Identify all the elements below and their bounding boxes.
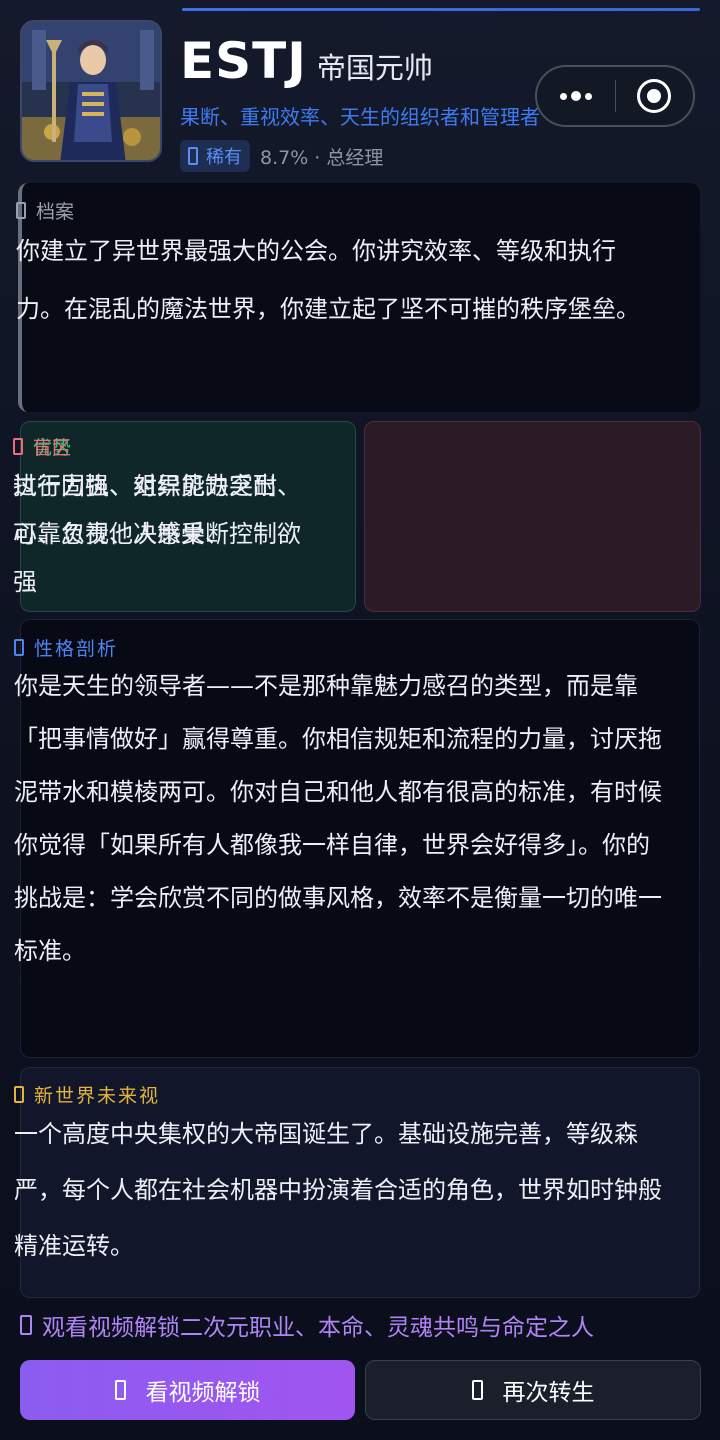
analysis-title: 性格剖析 [14, 634, 118, 661]
blindspots-title: 盲区 [13, 433, 71, 460]
top-accent-line [182, 8, 700, 11]
type-code: ESTJ [180, 32, 307, 90]
rarity-meta: 8.7% · 总经理 [260, 146, 384, 169]
title-row: ESTJ 帝国元帅 [180, 32, 433, 90]
blindspots-card: 盲区 过于固执、对异见缺乏耐心、忽视他人感受、控制欲强 [13, 421, 701, 612]
future-title: 新世界未来视 [14, 1081, 160, 1108]
future-body: 一个高度中央集权的大帝国诞生了。基础设施完善，等级森严，每个人都在社会机器中扮演… [14, 1120, 662, 1260]
blindspots-body: 过于固执、对异见缺乏耐心、忽视他人感受、控制欲强 [13, 472, 301, 596]
archive-body: 你建立了异世界最强大的公会。你讲究效率、等级和执行力。在混乱的魔法世界，你建立起… [16, 237, 640, 323]
rarity-label: 稀有 [206, 147, 242, 168]
target-close-icon [637, 79, 672, 113]
future-icon [14, 1086, 24, 1103]
type-name: 帝国元帅 [316, 51, 433, 85]
reincarnate-button[interactable]: 再次转生 [365, 1360, 701, 1420]
watch-video-button[interactable]: 看视频解锁 [20, 1360, 355, 1420]
more-dots-icon [559, 91, 592, 101]
future-card: 新世界未来视 一个高度中央集权的大帝国诞生了。基础设施完善，等级森严，每个人都在… [14, 1067, 700, 1298]
rarity-row: 稀有 8.7% · 总经理 [180, 140, 383, 172]
video-icon [114, 1380, 126, 1400]
close-button[interactable] [615, 67, 693, 125]
unlock-tip: 观看视频解锁二次元职业、本命、灵魂共鸣与命定之人 [20, 1308, 710, 1342]
watch-video-label: 看视频解锁 [145, 1380, 261, 1406]
analysis-body: 你是天生的领导者——不是那种靠魅力感召的类型，而是靠「把事情做好」赢得尊重。你相… [14, 672, 662, 965]
type-subtitle: 果断、重视效率、天生的组织者和管理者 [180, 105, 540, 129]
archive-title: 档案 [16, 197, 74, 224]
general-portrait-icon [22, 22, 160, 160]
rarity-badge: 稀有 [180, 140, 250, 172]
reincarnate-label: 再次转生 [502, 1380, 595, 1406]
archive-title-text: 档案 [36, 201, 75, 223]
future-title-text: 新世界未来视 [34, 1085, 161, 1107]
unlock-icon [20, 1315, 32, 1335]
blindspots-title-text: 盲区 [33, 437, 72, 459]
analysis-icon [14, 639, 24, 656]
archive-card: 档案 你建立了异世界最强大的公会。你讲究效率、等级和执行力。在混乱的魔法世界，你… [16, 183, 700, 412]
avatar [20, 20, 162, 162]
mini-program-capsule [535, 65, 695, 127]
blindspots-icon [13, 438, 23, 455]
analysis-title-text: 性格剖析 [34, 638, 119, 660]
analysis-card: 性格剖析 你是天生的领导者——不是那种靠魅力感召的类型，而是靠「把事情做好」赢得… [14, 619, 700, 1058]
unlock-tip-text: 观看视频解锁二次元职业、本命、灵魂共鸣与命定之人 [42, 1315, 594, 1341]
more-button[interactable] [537, 67, 615, 125]
archive-icon [16, 202, 26, 219]
rarity-icon [188, 147, 198, 165]
reincarnate-icon [471, 1380, 483, 1400]
